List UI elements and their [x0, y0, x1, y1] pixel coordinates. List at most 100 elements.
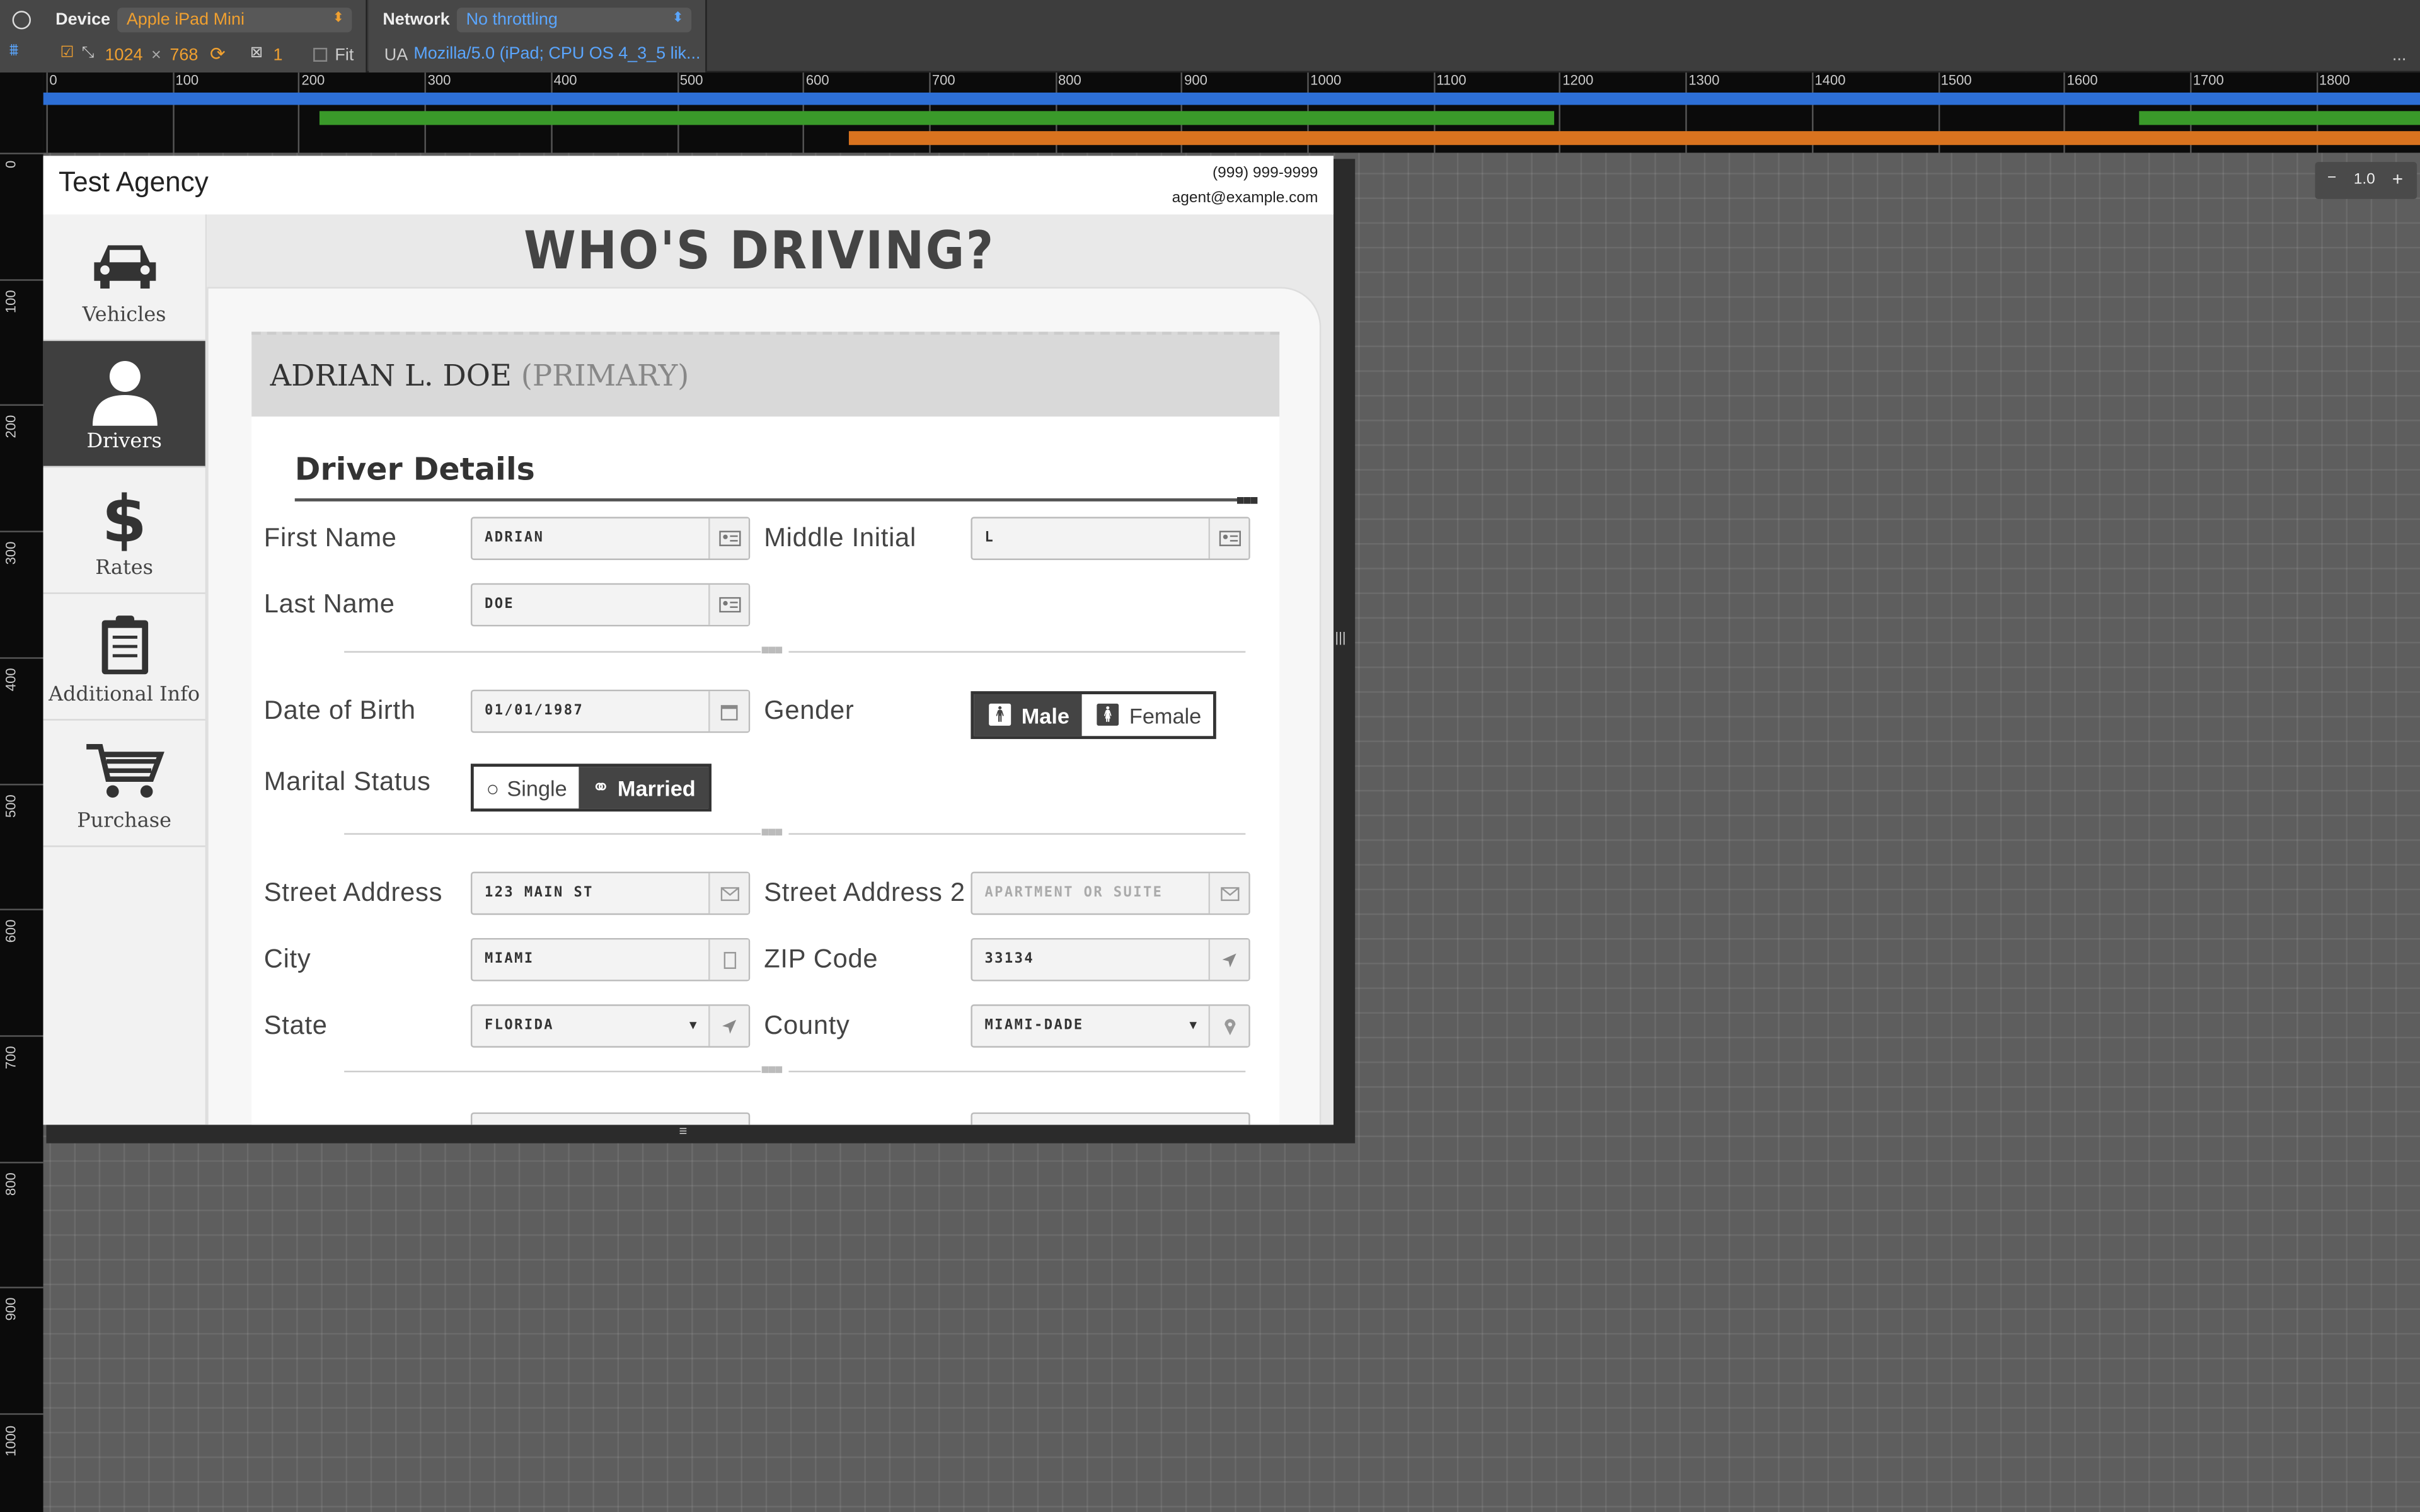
ua-label: UA — [384, 46, 408, 65]
page-title: WHO'S DRIVING? — [524, 220, 995, 283]
middle-initial-field[interactable]: L — [971, 517, 1250, 560]
marital-married-option[interactable]: ⚭ Married — [579, 767, 708, 809]
zoom-value: 1.0 — [2353, 171, 2375, 188]
car-icon — [43, 230, 205, 301]
device-select-value: Apple iPad Mini — [126, 11, 245, 30]
group-divider — [788, 1070, 1246, 1073]
calendar-icon[interactable] — [708, 691, 749, 731]
height-field[interactable]: 768 — [170, 46, 198, 64]
ruler-tick — [46, 72, 48, 153]
rotate-icon[interactable]: ⟳ — [210, 43, 226, 65]
male-icon: 🚹︎ — [986, 702, 1014, 727]
ruler-tick — [0, 1287, 43, 1289]
scale-field[interactable]: 1 — [273, 46, 282, 64]
gender-female-option[interactable]: 🚺︎ Female — [1081, 694, 1214, 736]
ruler-label: 700 — [931, 72, 955, 88]
ruler-tick — [0, 152, 43, 154]
state-select[interactable]: FLORIDA ▼ — [470, 1004, 751, 1048]
county-select[interactable]: MIAMI-DADE ▼ — [971, 1004, 1250, 1048]
nav-item-additional-info[interactable]: Additional Info — [43, 594, 205, 721]
ruler-tick — [0, 278, 43, 280]
dob-label: Date of Birth — [263, 696, 416, 726]
driver-name-wrap: ADRIAN L. DOE (PRIMARY) — [270, 360, 689, 394]
ruler-label: 800 — [1058, 72, 1081, 88]
last-name-field[interactable]: DOE — [470, 583, 751, 627]
ruler-label: 900 — [3, 1298, 19, 1322]
dob-field[interactable]: 01/01/1987 — [470, 689, 751, 733]
driver-header[interactable]: ADRIAN L. DOE (PRIMARY) — [251, 331, 1280, 417]
driver-name: ADRIAN L. DOE — [270, 359, 512, 394]
nav-item-purchase[interactable]: Purchase — [43, 721, 205, 847]
zoom-out-button[interactable]: − — [2327, 169, 2336, 186]
ruler-label: 400 — [553, 72, 577, 88]
device-select[interactable]: Apple iPad Mini ⬍ — [117, 8, 352, 33]
width-field[interactable]: 1024 — [105, 46, 143, 64]
ruler-label: 1100 — [1436, 72, 1466, 88]
ruler-label: 900 — [1184, 72, 1207, 88]
nav-label: Drivers — [86, 430, 162, 454]
ruler-tick — [0, 1034, 43, 1037]
vertical-ruler: 0 100 200 300 400 500 600 700 800 900 1000 — [0, 72, 43, 1512]
divider-dots: ■■■ — [761, 1061, 783, 1077]
marital-single-option[interactable]: ○ Single — [473, 767, 580, 809]
media-query-icon[interactable]: ⩩ — [9, 42, 18, 62]
nav-item-drivers[interactable]: Drivers — [43, 341, 205, 468]
nav-label: Additional Info — [49, 683, 200, 707]
ruler-label: 800 — [3, 1172, 19, 1195]
zoom-in-button[interactable]: + — [2392, 168, 2403, 190]
street2-field[interactable]: APARTMENT OR SUITE — [971, 871, 1250, 915]
ruler-label: 0 — [49, 72, 57, 88]
marital-married-label: Married — [617, 775, 696, 800]
resize-handle-right[interactable]: ||| — [1335, 629, 1345, 644]
ua-field[interactable]: Mozilla/5.0 (iPad; CPU OS 4_3_5 lik... — [413, 45, 700, 63]
media-query-bar-max[interactable] — [43, 92, 2420, 105]
ruler-label: 1000 — [3, 1425, 19, 1457]
rings-icon: ⚭ — [591, 774, 610, 799]
app-header: Test Agency (999) 999-9999 agent@example… — [43, 156, 1334, 215]
more-menu[interactable]: ... — [2392, 46, 2406, 64]
ruler-label: 100 — [3, 289, 19, 313]
marital-single-label: Single — [507, 775, 567, 800]
ruler-tick — [0, 1161, 43, 1163]
ruler-label: 1000 — [1310, 72, 1342, 88]
city-field[interactable]: MIAMI — [470, 937, 751, 982]
ruler-label: 500 — [3, 793, 19, 817]
partial-field[interactable] — [971, 1112, 1250, 1125]
resize-handle-bottom[interactable]: ≡ — [679, 1123, 688, 1138]
agency-phone[interactable]: (999) 999-9999 — [1213, 165, 1318, 182]
person-icon — [43, 357, 205, 428]
dob-value: 01/01/1987 — [484, 703, 584, 719]
times-sign: × — [151, 46, 161, 65]
agency-email[interactable]: agent@example.com — [1172, 190, 1318, 207]
zip-field[interactable]: 33134 — [971, 937, 1250, 982]
network-select[interactable]: No throttling ⬍ — [456, 8, 692, 33]
scale-icon: ⊠ — [250, 45, 263, 62]
id-card-icon — [708, 518, 749, 559]
nav-item-vehicles[interactable]: Vehicles — [43, 214, 205, 341]
partial-field[interactable] — [470, 1112, 751, 1125]
media-query-bar-minmax[interactable] — [319, 111, 1555, 125]
checkbox-checked-icon[interactable]: ☑ — [60, 45, 74, 62]
building-icon — [708, 939, 749, 980]
fit-checkbox[interactable] — [313, 47, 328, 62]
street-field[interactable]: 123 MAIN ST — [470, 871, 751, 915]
street2-placeholder: APARTMENT OR SUITE — [984, 885, 1163, 902]
gender-male-option[interactable]: 🚹︎ Male — [974, 694, 1082, 736]
select-arrows-icon: ⬍ — [672, 9, 684, 25]
media-query-bar-min[interactable] — [848, 131, 2420, 146]
ruler-label: 600 — [3, 919, 19, 943]
street-value: 123 MAIN ST — [484, 885, 594, 902]
gender-male-label: Male — [1021, 702, 1069, 728]
devtools-toolbar: Device Apple iPad Mini ⬍ Network No throt… — [0, 0, 2420, 73]
ruler-label: 200 — [3, 415, 19, 439]
ruler-tick — [0, 656, 43, 659]
first-name-field[interactable]: ADRIAN — [470, 517, 751, 560]
horizontal-ruler: 0 100 200 300 400 500 600 700 800 900 1000 1100 1200… — [43, 72, 2420, 153]
id-card-icon — [1208, 518, 1249, 559]
ruler-label: 300 — [3, 541, 19, 565]
block-icon[interactable] — [12, 11, 31, 30]
nav-item-rates[interactable]: $ Rates — [43, 467, 205, 594]
chevron-down-icon: ▼ — [686, 1018, 700, 1033]
media-query-bar-minmax[interactable] — [2139, 111, 2420, 125]
zip-value: 33134 — [984, 952, 1035, 968]
